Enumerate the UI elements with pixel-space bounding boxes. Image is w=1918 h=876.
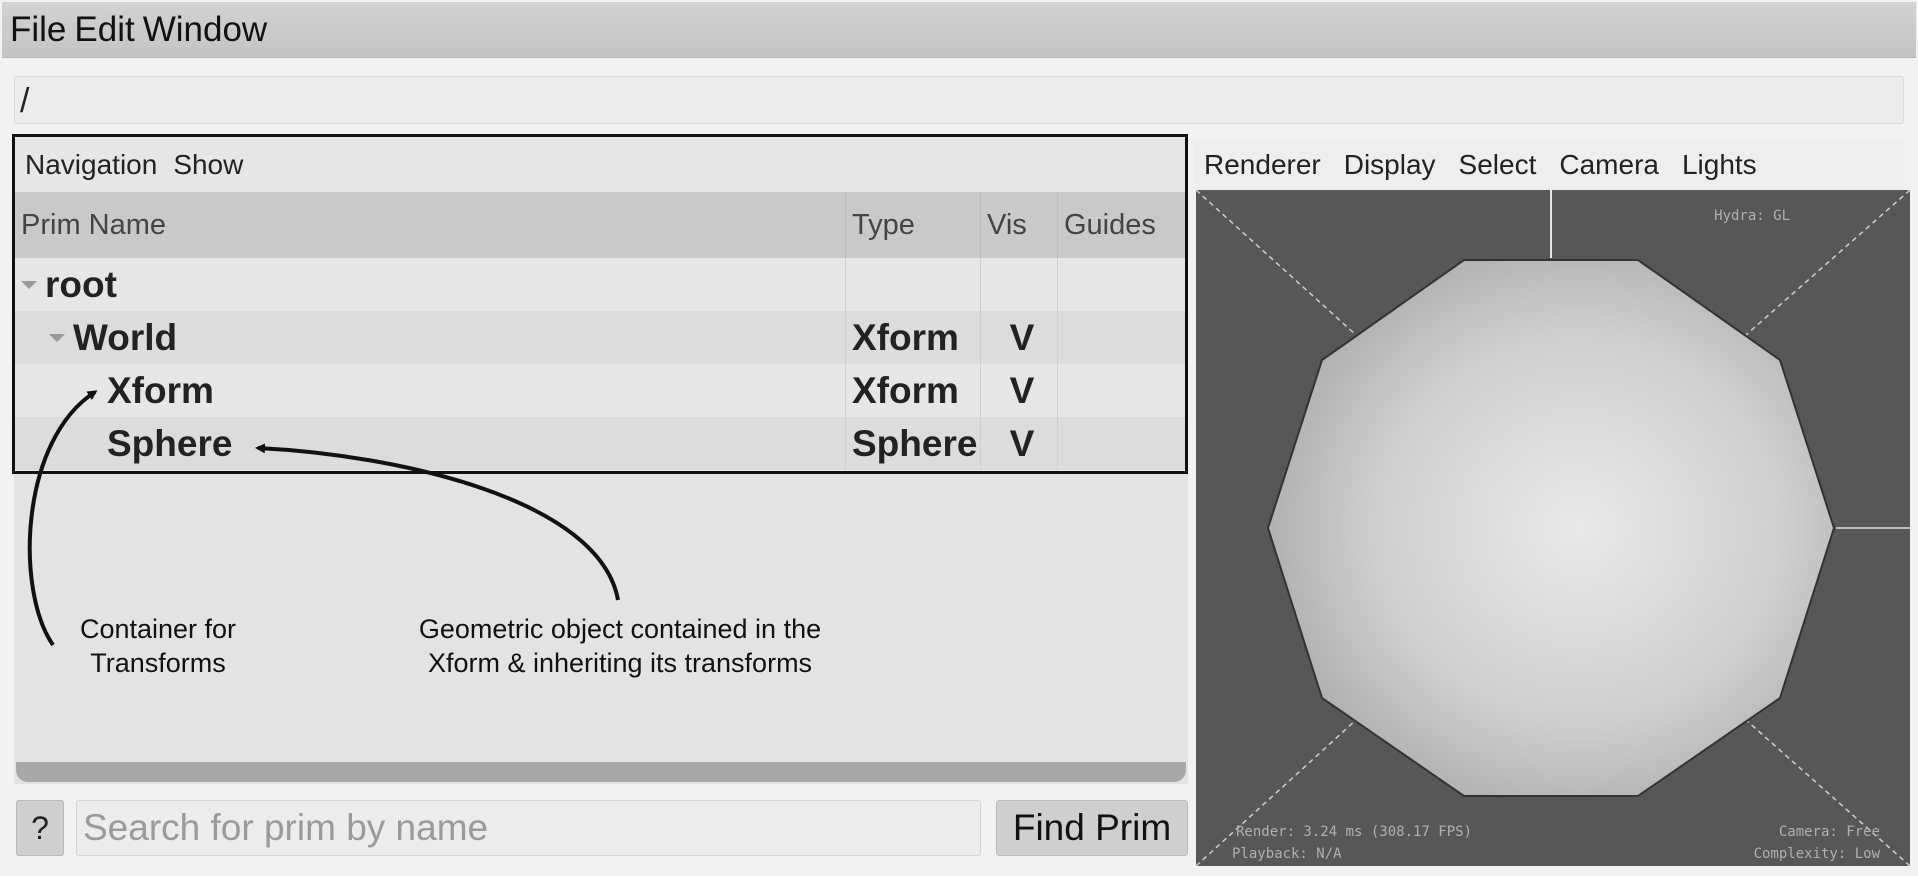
prim-name: Sphere <box>107 422 233 464</box>
prim-name: root <box>45 263 117 305</box>
column-prim-name[interactable]: Prim Name <box>15 192 846 258</box>
find-prim-button[interactable]: Find Prim <box>996 800 1188 856</box>
menu-lights[interactable]: Lights <box>1682 149 1757 181</box>
prim-vis[interactable]: V <box>981 417 1058 470</box>
menu-bar: File Edit Window <box>2 2 1916 58</box>
menu-window[interactable]: Window <box>143 10 267 50</box>
menu-camera[interactable]: Camera <box>1559 149 1659 181</box>
table-row[interactable]: World Xform V <box>15 311 1185 364</box>
menu-navigation[interactable]: Navigation <box>25 149 157 181</box>
prim-name: Xform <box>107 369 214 411</box>
annotation-container: Container for Transforms <box>79 614 237 678</box>
column-type[interactable]: Type <box>846 192 981 258</box>
browser-menu: Navigation Show <box>15 137 1185 192</box>
menu-edit[interactable]: Edit <box>74 10 134 50</box>
prim-guides <box>1058 258 1185 311</box>
horizontal-scrollbar[interactable] <box>16 762 1186 782</box>
render-stats-hud: Render: 3.24 ms (308.17 FPS) <box>1236 824 1473 840</box>
search-bar: ? Find Prim <box>16 800 1190 856</box>
menu-file[interactable]: File <box>10 10 66 50</box>
prim-guides <box>1058 364 1185 417</box>
prim-vis[interactable]: V <box>981 364 1058 417</box>
prim-type <box>846 258 981 311</box>
viewport-scene <box>1196 190 1910 866</box>
expand-triangle-icon[interactable] <box>49 333 65 342</box>
prim-name: World <box>73 316 178 358</box>
table-row[interactable]: root <box>15 258 1185 311</box>
camera-hud: Camera: Free <box>1778 824 1880 840</box>
expand-triangle-icon[interactable] <box>21 280 37 289</box>
help-button[interactable]: ? <box>16 800 64 856</box>
prim-type: Sphere <box>846 417 981 470</box>
table-row[interactable]: Xform Xform V <box>15 364 1185 417</box>
viewport-menu: Renderer Display Select Camera Lights <box>1194 140 1904 190</box>
table-row[interactable]: Sphere Sphere V <box>15 417 1185 470</box>
prim-vis[interactable]: V <box>981 311 1058 364</box>
annotation-geometric: Geometric object contained in the Xform … <box>418 614 822 678</box>
complexity-hud: Complexity: Low <box>1753 846 1880 862</box>
prim-vis[interactable] <box>981 258 1058 311</box>
sphere-mesh <box>1266 259 1836 797</box>
prim-type: Xform <box>846 364 981 417</box>
table-header: Prim Name Type Vis Guides <box>15 192 1185 258</box>
prim-type: Xform <box>846 311 981 364</box>
column-vis[interactable]: Vis <box>981 192 1058 258</box>
menu-display[interactable]: Display <box>1344 149 1436 181</box>
prim-browser: Navigation Show Prim Name Type Vis Guide… <box>12 134 1188 474</box>
menu-show[interactable]: Show <box>173 149 243 181</box>
renderer-hud: Hydra: GL <box>1714 208 1790 224</box>
column-guides[interactable]: Guides <box>1058 192 1185 258</box>
prim-search-input[interactable] <box>76 800 981 856</box>
path-field[interactable]: / <box>14 76 1904 124</box>
prim-guides <box>1058 311 1185 364</box>
menu-renderer[interactable]: Renderer <box>1204 149 1321 181</box>
playback-hud: Playback: N/A <box>1232 846 1342 862</box>
prim-guides <box>1058 417 1185 470</box>
menu-select[interactable]: Select <box>1459 149 1537 181</box>
3d-viewport[interactable]: Hydra: GL Render: 3.24 ms (308.17 FPS) P… <box>1196 190 1910 866</box>
